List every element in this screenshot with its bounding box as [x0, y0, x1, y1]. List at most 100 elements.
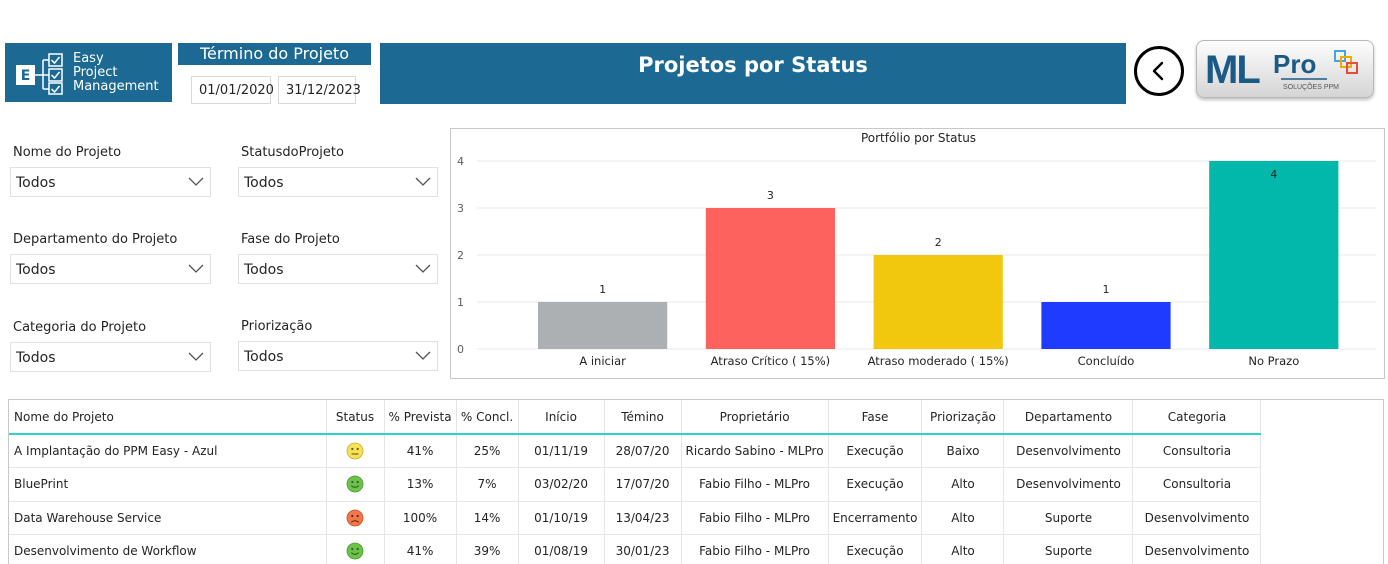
bar	[873, 255, 1003, 349]
col-header-project-name[interactable]: Nome do Projeto	[9, 400, 327, 435]
cell-owner: Ricardo Sabino - MLPro	[681, 434, 829, 468]
cell-planned: 41%	[384, 534, 457, 564]
chevron-down-icon	[415, 351, 431, 360]
phase-dropdown-value: Todos	[244, 262, 284, 278]
table-header-row: Nome do Projeto Status % Prevista % Conc…	[9, 400, 1262, 435]
projects-table: Nome do Projeto Status % Prevista % Conc…	[9, 400, 1262, 564]
cell-owner: Fabio Filho - MLPro	[681, 467, 829, 502]
cell-status	[326, 534, 385, 564]
cell-phase: Execução	[828, 434, 923, 468]
y-tick-label: 3	[457, 202, 464, 215]
col-header-completed[interactable]: % Concl.	[456, 400, 519, 435]
department-dropdown-value: Todos	[16, 262, 56, 278]
cell-project-name: Desenvolvimento de Workflow	[9, 534, 327, 564]
cell-start: 01/11/19	[518, 434, 605, 468]
cell-status	[326, 467, 385, 502]
bar	[705, 208, 836, 349]
cell-completed: 7%	[456, 467, 519, 502]
filter-label-project-status: StatusdoProjeto	[241, 145, 344, 160]
col-header-department[interactable]: Departamento	[1003, 400, 1134, 435]
data-label: 3	[767, 189, 774, 202]
easy-project-management-logo: E Easy Project Management	[5, 43, 172, 102]
cell-phase: Encerramento	[828, 501, 923, 535]
brand-name-main: ML	[1205, 48, 1260, 92]
table-row[interactable]: BluePrint 13% 7% 03/02/20 17/07/20 Fabio Filh…	[9, 467, 1262, 502]
x-tick-label: Atraso Crítico ( 15%)	[711, 354, 831, 368]
start-date-input[interactable]: 01/01/2020	[191, 76, 274, 104]
filter-label-department: Departamento do Projeto	[13, 232, 178, 247]
mlpro-logo-graphic: ML Pro SOLUÇÕES PPM	[1205, 48, 1358, 92]
cell-start: 01/08/19	[518, 534, 605, 564]
page-title: Projetos por Status	[380, 43, 1126, 104]
cell-department: Suporte	[1003, 501, 1134, 535]
cell-status	[326, 501, 385, 535]
col-header-start[interactable]: Início	[518, 400, 605, 435]
col-header-end[interactable]: Témino	[604, 400, 682, 435]
col-header-prioritization[interactable]: Priorização	[921, 400, 1005, 435]
data-label: 2	[935, 236, 942, 249]
chevron-down-icon	[415, 264, 431, 273]
sad-face-icon	[346, 509, 364, 527]
project-status-dropdown-value: Todos	[244, 175, 284, 191]
project-structure-icon: E	[16, 52, 63, 95]
project-status-dropdown[interactable]: Todos	[238, 167, 438, 197]
department-dropdown[interactable]: Todos	[10, 254, 211, 284]
col-header-planned[interactable]: % Prevista	[384, 400, 457, 435]
cell-department: Suporte	[1003, 534, 1134, 564]
chevron-down-icon	[188, 264, 204, 273]
data-label: 1	[599, 283, 606, 296]
projects-table-panel: Nome do Projeto Status % Prevista % Conc…	[8, 399, 1384, 564]
cell-category: Consultoria	[1132, 434, 1262, 468]
cell-prioritization: Baixo	[921, 434, 1005, 468]
col-header-phase[interactable]: Fase	[828, 400, 923, 435]
prioritization-dropdown[interactable]: Todos	[238, 341, 438, 371]
bar	[1041, 302, 1171, 349]
category-dropdown[interactable]: Todos	[10, 342, 211, 372]
chevron-left-icon	[1152, 61, 1164, 81]
filter-label-project-name: Nome do Projeto	[13, 145, 122, 160]
back-button[interactable]	[1134, 46, 1184, 96]
phase-dropdown[interactable]: Todos	[238, 254, 438, 284]
y-tick-label: 4	[457, 155, 464, 168]
col-header-status[interactable]: Status	[326, 400, 385, 435]
x-tick-label: Concluído	[1078, 354, 1135, 368]
table-row[interactable]: Desenvolvimento de Workflow 41% 39% 01/08/1…	[9, 534, 1262, 564]
bar-chart-svg: 0 1 2 3 4 1 A iniciar 3 Atraso Crítico ( 15%) 2 At…	[457, 155, 1376, 368]
cell-end: 30/01/23	[604, 534, 682, 564]
cell-planned: 100%	[384, 501, 457, 535]
cell-start: 01/10/19	[518, 501, 605, 535]
brand-tagline: SOLUÇÕES PPM	[1283, 82, 1339, 91]
end-date-input[interactable]: 31/12/2023	[278, 76, 361, 104]
project-name-dropdown-value: Todos	[16, 175, 56, 191]
cell-planned: 13%	[384, 467, 457, 502]
brand-name-accent: Pro	[1273, 49, 1316, 79]
data-label: 4	[1270, 168, 1277, 181]
cell-planned: 41%	[384, 434, 457, 468]
cell-owner: Fabio Filho - MLPro	[681, 534, 829, 564]
bar	[538, 302, 668, 349]
table-row[interactable]: A Implantação do PPM Easy - Azul 41% 25% 01…	[9, 434, 1262, 468]
logo-line-3: Management	[73, 78, 159, 94]
table-row[interactable]: Data Warehouse Service 100% 14% 01/10/19 13/…	[9, 501, 1262, 535]
neutral-face-icon	[346, 442, 364, 460]
col-header-category[interactable]: Categoria	[1132, 400, 1262, 435]
filter-label-prioritization: Priorização	[241, 319, 313, 334]
y-tick-label: 0	[457, 343, 464, 356]
cell-prioritization: Alto	[921, 501, 1005, 535]
cell-completed: 39%	[456, 534, 519, 564]
x-tick-label: A iniciar	[579, 354, 626, 368]
portfolio-status-chart: Portfólio por Status 012341A iniciar 3 Atr…	[450, 128, 1385, 379]
cell-prioritization: Alto	[921, 467, 1005, 502]
project-name-dropdown[interactable]: Todos	[10, 167, 211, 197]
happy-face-icon	[346, 475, 364, 493]
cell-category: Desenvolvimento	[1132, 501, 1262, 535]
cell-department: Desenvolvimento	[1003, 434, 1134, 468]
project-end-date-filter: Término do Projeto 01/01/2020 31/12/2023	[178, 43, 371, 104]
x-tick-label: Atraso moderado ( 15%)	[868, 354, 1009, 368]
cell-project-name: Data Warehouse Service	[9, 501, 327, 535]
col-header-owner[interactable]: Proprietário	[681, 400, 829, 435]
table-body: A Implantação do PPM Easy - Azul 41% 25% 01…	[9, 434, 1262, 564]
cell-end: 28/07/20	[604, 434, 682, 468]
cell-phase: Execução	[828, 467, 923, 502]
cell-project-name: A Implantação do PPM Easy - Azul	[9, 434, 327, 468]
